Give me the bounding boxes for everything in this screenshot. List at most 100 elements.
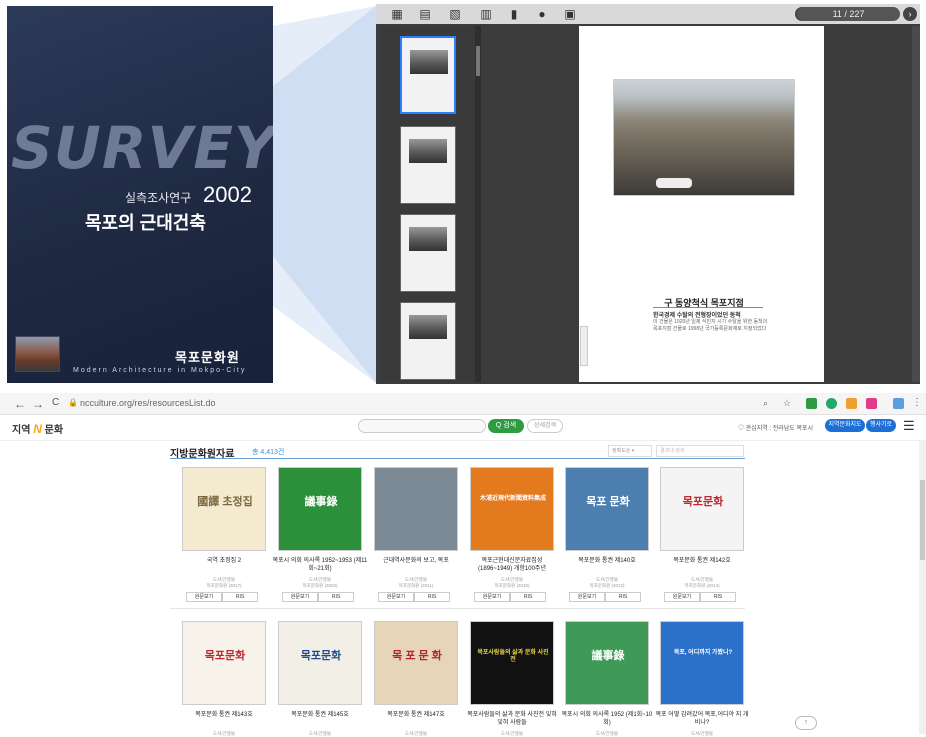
cover-english-title: Modern Architecture in Mokpo-City bbox=[73, 367, 247, 374]
book-cover-thumbnail[interactable]: 목포문화 bbox=[660, 467, 744, 551]
in-results-search[interactable]: 결과내 검색 bbox=[656, 445, 744, 457]
page-thumbnail[interactable] bbox=[400, 302, 456, 380]
view-original-button[interactable]: 원문보기 bbox=[282, 592, 318, 602]
hamburger-menu-icon[interactable]: ☰ bbox=[903, 418, 915, 434]
ris-button[interactable]: RIS bbox=[222, 592, 258, 602]
star-icon[interactable]: ☆ bbox=[783, 398, 794, 409]
book-cover-thumbnail[interactable]: 목포, 어디까지 가봤니? bbox=[660, 621, 744, 705]
cover-subtitle: 실측조사연구 bbox=[125, 191, 192, 205]
result-type: 도서/간행물 bbox=[309, 731, 331, 736]
cover-text: 議事錄 bbox=[591, 650, 625, 662]
cover-text: 國譯 초정집 bbox=[197, 496, 253, 508]
lock-icon: 🔒 bbox=[68, 398, 78, 407]
result-title[interactable]: 목포근현대신문자료집성 (1896~1949) 개항100주년 bbox=[464, 557, 560, 573]
chevron-right-icon[interactable]: › bbox=[903, 7, 917, 21]
viewer-toolbar: ▦ ▤ ▧ ▥ ▮ ● ▣ ‹ 11 / 227 › bbox=[376, 4, 920, 24]
local-culture-map-button[interactable]: 지역문화지도 bbox=[825, 419, 865, 432]
scroll-top-button[interactable]: ↑ bbox=[795, 716, 817, 730]
cover-text: 목포문화 bbox=[204, 650, 246, 662]
book-cover-thumbnail[interactable]: 議事錄 bbox=[565, 621, 649, 705]
book-cover-thumbnail[interactable]: 木浦近現代新聞資料集成 bbox=[470, 467, 554, 551]
grid-icon[interactable]: ▦ bbox=[390, 7, 404, 21]
results-area: 지방문화원자료 총 4,413건 정확도순 ▾ 결과내 검색 國譯 초정집 국역 … bbox=[170, 441, 748, 736]
result-title[interactable]: 목포문화 통권 제142호 bbox=[654, 557, 750, 565]
page-thumbnail[interactable] bbox=[400, 214, 456, 292]
cover-text: 木浦近現代新聞資料集成 bbox=[479, 496, 546, 502]
view-original-button[interactable]: 원문보기 bbox=[378, 592, 414, 602]
result-title[interactable]: 근대역사문화의 보고, 목포 bbox=[368, 557, 464, 565]
thumbnail-scrollbar[interactable] bbox=[475, 26, 481, 382]
book-cover-thumbnail[interactable]: 목포문화 bbox=[182, 621, 266, 705]
search-button[interactable]: Q 검색 bbox=[488, 419, 524, 433]
row-divider bbox=[170, 608, 745, 609]
browser-menu-icon[interactable]: ⋮ bbox=[912, 397, 922, 408]
page-thumbnail[interactable] bbox=[400, 36, 456, 114]
result-title[interactable]: 목포시 의회 의사록 1952 (제1회~10회) bbox=[559, 711, 655, 727]
view-original-button[interactable]: 원문보기 bbox=[186, 592, 222, 602]
export-icon[interactable]: ▧ bbox=[448, 7, 462, 21]
result-type: 도서/간행물 bbox=[691, 731, 713, 736]
result-title[interactable]: 목포문화 통권 제143호 bbox=[176, 711, 272, 719]
print-icon[interactable]: ▥ bbox=[479, 7, 493, 21]
page-icon[interactable]: ▤ bbox=[418, 7, 432, 21]
building-photo bbox=[613, 79, 795, 196]
extension-icon[interactable] bbox=[806, 398, 817, 409]
book-cover-thumbnail[interactable]: 목포 문화 bbox=[565, 467, 649, 551]
extension-icon[interactable] bbox=[826, 398, 837, 409]
result-title[interactable]: 목포사람들의 삶과 문화 사진전 잊혀 잊혀 사람들 bbox=[464, 711, 560, 727]
ris-button[interactable]: RIS bbox=[510, 592, 546, 602]
address-bar: ← → C 🔒 ncculture.org/res/resourcesList.… bbox=[0, 393, 926, 415]
result-title[interactable]: 목포문화 통권 제145호 bbox=[272, 711, 368, 719]
result-source: 목포문화원 (2013) bbox=[589, 583, 625, 588]
ris-button[interactable]: RIS bbox=[605, 592, 641, 602]
result-source: 목포문화원 (2010) bbox=[494, 583, 530, 588]
event-button[interactable]: 행사기로 bbox=[866, 419, 896, 432]
view-original-button[interactable]: 원문보기 bbox=[474, 592, 510, 602]
book-cover-thumbnail[interactable]: 國譯 초정집 bbox=[182, 467, 266, 551]
result-title[interactable]: 목포 어떻 감려갔어 목포,어디야 지 개비나? bbox=[654, 711, 750, 727]
zoom-funnel-graphic bbox=[273, 6, 376, 383]
page-scrollbar[interactable] bbox=[919, 440, 926, 734]
zoom-icon[interactable]: ⌕ bbox=[763, 398, 774, 409]
extension-icon[interactable] bbox=[866, 398, 877, 409]
search-input[interactable] bbox=[358, 419, 486, 433]
viewer-scrollbar[interactable] bbox=[912, 26, 920, 382]
sort-select[interactable]: 정확도순 ▾ bbox=[608, 445, 652, 457]
result-source: 목포문화원 (2011) bbox=[398, 583, 434, 588]
fit-icon[interactable]: ▣ bbox=[563, 7, 577, 21]
site-logo[interactable]: 지역 N 문화 bbox=[12, 421, 63, 436]
cover-text: 목포, 어디까지 가봤니? bbox=[673, 650, 733, 656]
cover-text: 목포문화 bbox=[300, 650, 342, 662]
interest-region[interactable]: ♡ 관심지역 : 전라남도 목포시 bbox=[738, 423, 813, 432]
page-counter[interactable]: 11 / 227 bbox=[797, 7, 900, 21]
ris-button[interactable]: RIS bbox=[700, 592, 736, 602]
view-original-button[interactable]: 원문보기 bbox=[569, 592, 605, 602]
result-type: 도서/간행물 bbox=[596, 731, 618, 736]
ris-button[interactable]: RIS bbox=[414, 592, 450, 602]
book-cover-thumbnail[interactable]: 목 포 문 화 bbox=[374, 621, 458, 705]
result-title[interactable]: 목포시 의회 의사록 1952~1953 (제11회~21회) bbox=[272, 557, 368, 573]
detail-search-button[interactable]: 상세검색 bbox=[527, 419, 563, 433]
page-thumbnail[interactable] bbox=[400, 126, 456, 204]
book-icon[interactable]: ▮ bbox=[507, 7, 521, 21]
view-original-button[interactable]: 원문보기 bbox=[664, 592, 700, 602]
book-cover-thumbnail[interactable]: 목포문화 bbox=[278, 621, 362, 705]
ris-button[interactable]: RIS bbox=[318, 592, 354, 602]
url-field[interactable]: ncculture.org/res/resourcesList.do bbox=[80, 398, 216, 408]
info-icon[interactable]: ● bbox=[535, 7, 549, 21]
result-title[interactable]: 목포문화 통권 제147호 bbox=[368, 711, 464, 719]
book-cover-thumbnail[interactable]: 議事錄 bbox=[278, 467, 362, 551]
extension-icon[interactable] bbox=[893, 398, 904, 409]
result-title[interactable]: 국역 초정집 2 bbox=[176, 557, 272, 565]
book-cover-thumbnail[interactable]: 목포사람들의 삶과 문화 사진전 bbox=[470, 621, 554, 705]
book-cover: SURVEY 실측조사연구 2002 목포의 근대건축 목포문화원 Modern… bbox=[7, 6, 273, 383]
back-button[interactable]: ← bbox=[14, 397, 26, 411]
result-type: 도서/간행물 bbox=[501, 731, 523, 736]
extension-icon[interactable] bbox=[846, 398, 857, 409]
cover-text: 목 포 문 화 bbox=[392, 650, 442, 662]
cover-publisher: 목포문화원 bbox=[175, 350, 240, 365]
forward-button[interactable]: → bbox=[32, 397, 44, 411]
book-cover-thumbnail[interactable] bbox=[374, 467, 458, 551]
reload-button[interactable]: C bbox=[52, 397, 59, 408]
result-title[interactable]: 목포문화 통권 제140호 bbox=[559, 557, 655, 565]
